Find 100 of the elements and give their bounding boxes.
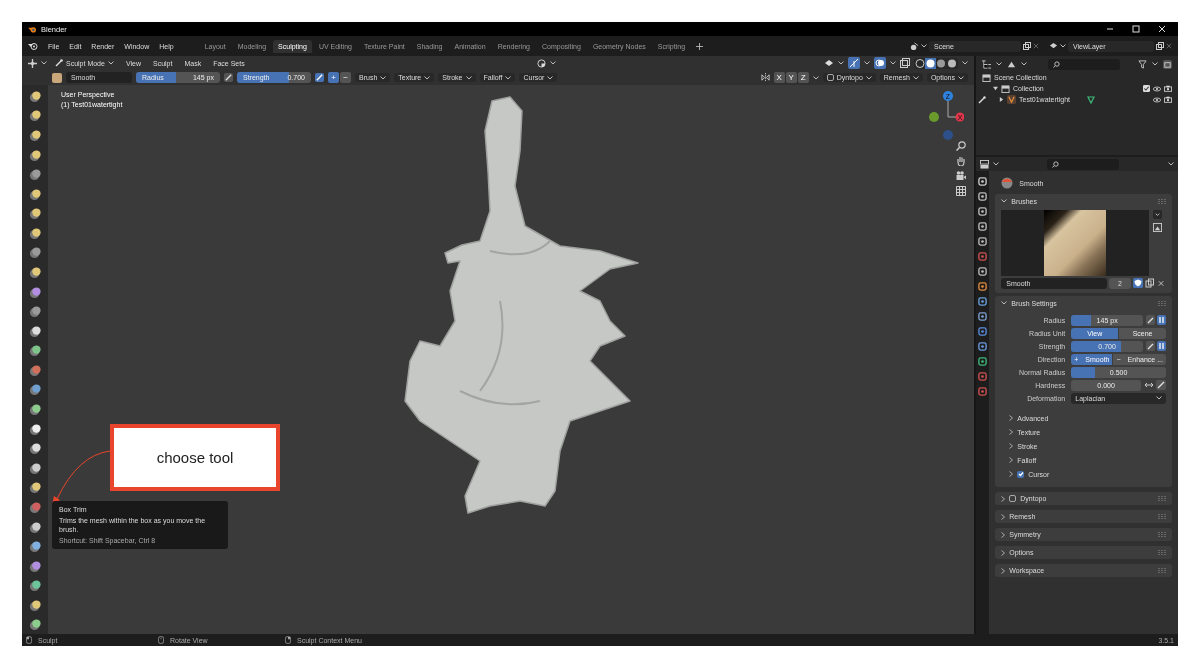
xray-icon[interactable] bbox=[900, 58, 910, 68]
camera-icon[interactable] bbox=[1164, 85, 1172, 92]
gizmo-icon[interactable] bbox=[848, 57, 860, 69]
chevron-icon bbox=[1009, 471, 1014, 477]
drag-handle-icon[interactable] bbox=[1158, 198, 1166, 204]
collection-box-icon bbox=[982, 73, 991, 82]
tool-icon bbox=[28, 168, 42, 182]
scene-icon[interactable] bbox=[910, 41, 919, 51]
symmetry-icon[interactable] bbox=[760, 73, 770, 82]
editor-type-icon[interactable] bbox=[980, 159, 989, 169]
axis-toggle[interactable]: X bbox=[773, 72, 785, 83]
caret-icon bbox=[996, 62, 1002, 66]
drag-handle-icon[interactable] bbox=[1158, 300, 1166, 306]
camera-icon[interactable] bbox=[1164, 96, 1172, 103]
brush-preview-placeholder[interactable] bbox=[1044, 210, 1107, 276]
properties-tab-icon[interactable] bbox=[978, 342, 988, 351]
properties-tab-icon[interactable] bbox=[978, 222, 988, 231]
tool-icon bbox=[28, 305, 42, 319]
tool-icon bbox=[28, 266, 42, 279]
eye-icon[interactable] bbox=[1153, 85, 1161, 92]
tool-icon bbox=[28, 383, 42, 397]
copy-icon[interactable] bbox=[1145, 278, 1155, 288]
tool-icon bbox=[28, 207, 42, 221]
caret-icon bbox=[865, 75, 872, 80]
tool-icon bbox=[28, 285, 42, 299]
properties-tab-icon[interactable] bbox=[978, 312, 988, 321]
caret-icon bbox=[380, 75, 387, 80]
properties-tab-icon[interactable] bbox=[978, 327, 988, 336]
new-collection-icon[interactable] bbox=[1163, 59, 1172, 69]
search-icon bbox=[1052, 160, 1059, 168]
drag-handle-icon[interactable] bbox=[1158, 532, 1166, 537]
properties-tab-icon[interactable] bbox=[978, 357, 988, 366]
axis-toggle[interactable]: Z bbox=[797, 72, 809, 83]
properties-tab-icon[interactable] bbox=[978, 192, 988, 201]
collapsed-arrow-icon[interactable] bbox=[999, 97, 1004, 102]
caret-icon bbox=[864, 61, 870, 65]
caret-icon bbox=[1060, 44, 1066, 48]
brush-icon bbox=[1001, 177, 1014, 189]
hand-icon[interactable] bbox=[956, 156, 966, 166]
dropdown-icon[interactable] bbox=[1153, 210, 1163, 219]
zoom-icon[interactable] bbox=[956, 141, 966, 151]
grid-icon[interactable] bbox=[956, 186, 966, 196]
caret-icon bbox=[465, 75, 472, 80]
expanded-arrow-icon[interactable] bbox=[993, 86, 998, 91]
caret-icon bbox=[958, 75, 964, 80]
tool-icon bbox=[28, 324, 42, 338]
properties-tab-icon[interactable] bbox=[978, 282, 988, 291]
direction-toggle[interactable]: − bbox=[340, 72, 351, 83]
direction-toggle[interactable]: + bbox=[328, 72, 339, 83]
properties-tab-icon[interactable] bbox=[978, 237, 988, 246]
drag-handle-icon[interactable] bbox=[1158, 514, 1166, 519]
drag-handle-icon[interactable] bbox=[1158, 550, 1166, 555]
image-icon[interactable] bbox=[1153, 223, 1163, 232]
checkbox[interactable] bbox=[826, 74, 834, 81]
caret-icon bbox=[1156, 396, 1162, 400]
arrows-icon[interactable] bbox=[1144, 380, 1166, 390]
maximize-icon[interactable] bbox=[1132, 25, 1140, 33]
layer-icon[interactable] bbox=[1049, 41, 1058, 51]
copy-icon[interactable] bbox=[1023, 42, 1031, 50]
pen-pressure-icon[interactable] bbox=[1146, 315, 1166, 325]
caret-icon bbox=[993, 162, 999, 166]
caret-icon bbox=[1001, 199, 1008, 203]
tool-icon bbox=[28, 520, 42, 534]
properties-tab-icon[interactable] bbox=[978, 267, 988, 276]
brush-icon bbox=[52, 72, 62, 83]
fake-user-icon[interactable] bbox=[1133, 278, 1143, 288]
editor-type-icon[interactable] bbox=[28, 58, 37, 68]
eye-icon[interactable] bbox=[1153, 96, 1161, 103]
shading-modes-icon[interactable] bbox=[914, 57, 958, 69]
properties-tab-icon[interactable] bbox=[978, 207, 988, 216]
axis-toggle[interactable]: Y bbox=[785, 72, 797, 83]
tool-icon bbox=[28, 344, 42, 358]
caret-icon bbox=[505, 75, 512, 80]
exclude-checkbox-icon[interactable] bbox=[1143, 85, 1150, 92]
caret-icon bbox=[424, 75, 431, 80]
pen-pressure-icon[interactable] bbox=[224, 73, 233, 82]
caret-icon bbox=[1021, 62, 1027, 66]
properties-tab-icon[interactable] bbox=[978, 297, 988, 306]
overlay-icon[interactable] bbox=[874, 57, 886, 69]
caret-icon bbox=[547, 75, 554, 80]
caret-icon bbox=[838, 61, 844, 65]
checkbox[interactable] bbox=[1009, 495, 1017, 502]
app-logo-icon[interactable] bbox=[28, 42, 38, 50]
caret-icon bbox=[921, 44, 927, 48]
camera-icon[interactable] bbox=[956, 171, 966, 181]
brush-icon bbox=[978, 95, 986, 104]
search-field[interactable] bbox=[1048, 58, 1120, 70]
add-icon[interactable] bbox=[696, 42, 704, 50]
drag-handle-icon[interactable] bbox=[1158, 568, 1166, 573]
tool-icon bbox=[28, 559, 42, 573]
pivot-icon[interactable] bbox=[536, 58, 546, 68]
drag-handle-icon[interactable] bbox=[1158, 496, 1166, 501]
display-mode-icon[interactable] bbox=[982, 59, 991, 69]
pen-pressure-icon[interactable] bbox=[1146, 341, 1166, 351]
search-field[interactable] bbox=[1047, 158, 1119, 170]
chevron-icon bbox=[1001, 549, 1006, 556]
chevron-icon bbox=[1001, 495, 1006, 502]
properties-tab-icon[interactable] bbox=[978, 177, 988, 186]
copy-icon[interactable] bbox=[1156, 42, 1164, 50]
minimize-icon[interactable] bbox=[1106, 25, 1114, 33]
